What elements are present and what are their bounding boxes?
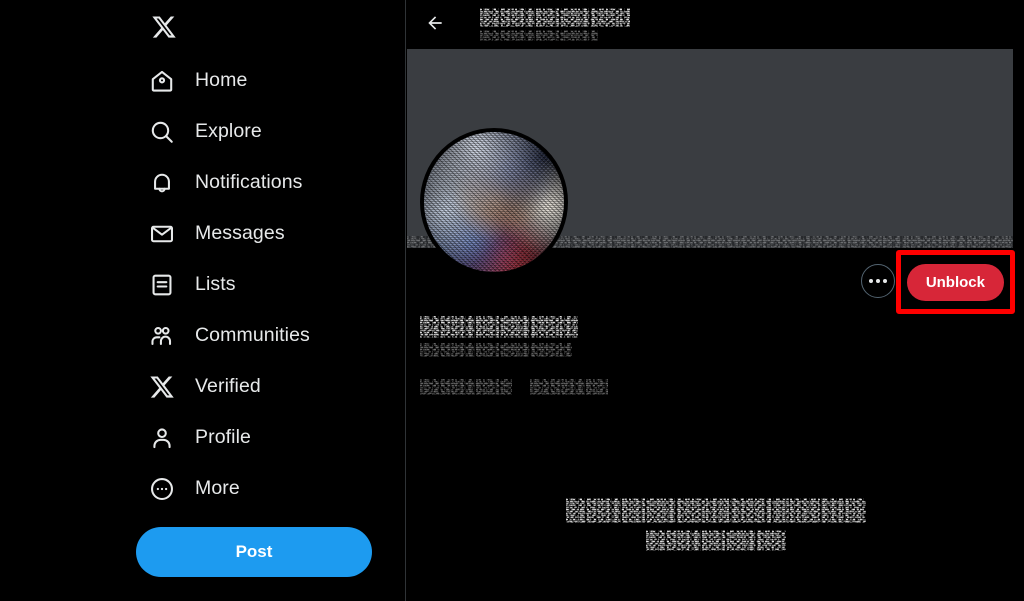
sidebar-item-profile[interactable]: Profile: [136, 412, 386, 463]
sidebar-item-label: Communities: [195, 324, 310, 346]
more-options-button[interactable]: [860, 264, 895, 298]
x-profile-screen: Home Explore Notifications Messages List…: [0, 0, 1024, 601]
avatar-redaction-overlay: [424, 132, 564, 272]
column-header: [407, 0, 1024, 49]
home-icon: [136, 60, 188, 102]
unblock-button-wrapper: Unblock: [895, 250, 1015, 314]
sidebar-item-verified[interactable]: Verified: [136, 361, 386, 412]
sidebar-item-messages[interactable]: Messages: [136, 208, 386, 259]
bell-icon: [136, 162, 188, 204]
sidebar-item-explore[interactable]: Explore: [136, 106, 386, 157]
profile-main-column: Unblock: [407, 0, 1024, 601]
sidebar-item-label: Notifications: [195, 171, 303, 193]
profile-meta-row: [420, 379, 1024, 395]
list-icon: [136, 264, 188, 306]
sidebar-item-notifications[interactable]: Notifications: [136, 157, 386, 208]
primary-navigation-sidebar: Home Explore Notifications Messages List…: [0, 0, 406, 601]
sidebar-item-label: More: [195, 477, 240, 499]
search-icon: [136, 111, 188, 153]
sidebar-item-label: Messages: [195, 222, 285, 244]
post-button[interactable]: Post: [136, 527, 372, 577]
more-dots-icon: [868, 279, 887, 283]
x-logo-button[interactable]: [138, 3, 190, 55]
sidebar-item-label: Explore: [195, 120, 262, 142]
unblock-button[interactable]: Unblock: [906, 264, 1004, 301]
empty-state-message: [407, 498, 1024, 551]
sidebar-item-label: Home: [195, 69, 248, 91]
communities-icon: [136, 315, 188, 357]
x-logo-icon: [136, 366, 188, 408]
sidebar-item-more[interactable]: More: [136, 463, 386, 514]
header-title-group: [480, 8, 630, 41]
sidebar-item-label: Verified: [195, 375, 261, 397]
nav-items-container: Home Explore Notifications Messages List…: [136, 0, 386, 577]
back-button[interactable]: [418, 8, 452, 42]
page-title: [480, 8, 630, 27]
person-icon: [136, 417, 188, 459]
profile-meta-right: [530, 379, 608, 395]
sidebar-item-lists[interactable]: Lists: [136, 259, 386, 310]
profile-display-name: [420, 316, 578, 338]
envelope-icon: [136, 213, 188, 255]
page-subtitle: [480, 30, 598, 41]
sidebar-item-label: Lists: [195, 273, 236, 295]
back-arrow-icon: [425, 13, 445, 36]
empty-state-line-2: [645, 530, 786, 551]
x-logo-icon: [151, 14, 177, 45]
profile-handle: [420, 343, 572, 357]
sidebar-item-communities[interactable]: Communities: [136, 310, 386, 361]
sidebar-item-home[interactable]: Home: [136, 55, 386, 106]
empty-state-line-1: [565, 498, 866, 523]
more-circle-icon: [136, 468, 188, 510]
profile-identity-block: [407, 316, 1024, 395]
profile-meta-left: [420, 379, 512, 395]
avatar[interactable]: [420, 128, 568, 276]
sidebar-item-label: Profile: [195, 426, 251, 448]
